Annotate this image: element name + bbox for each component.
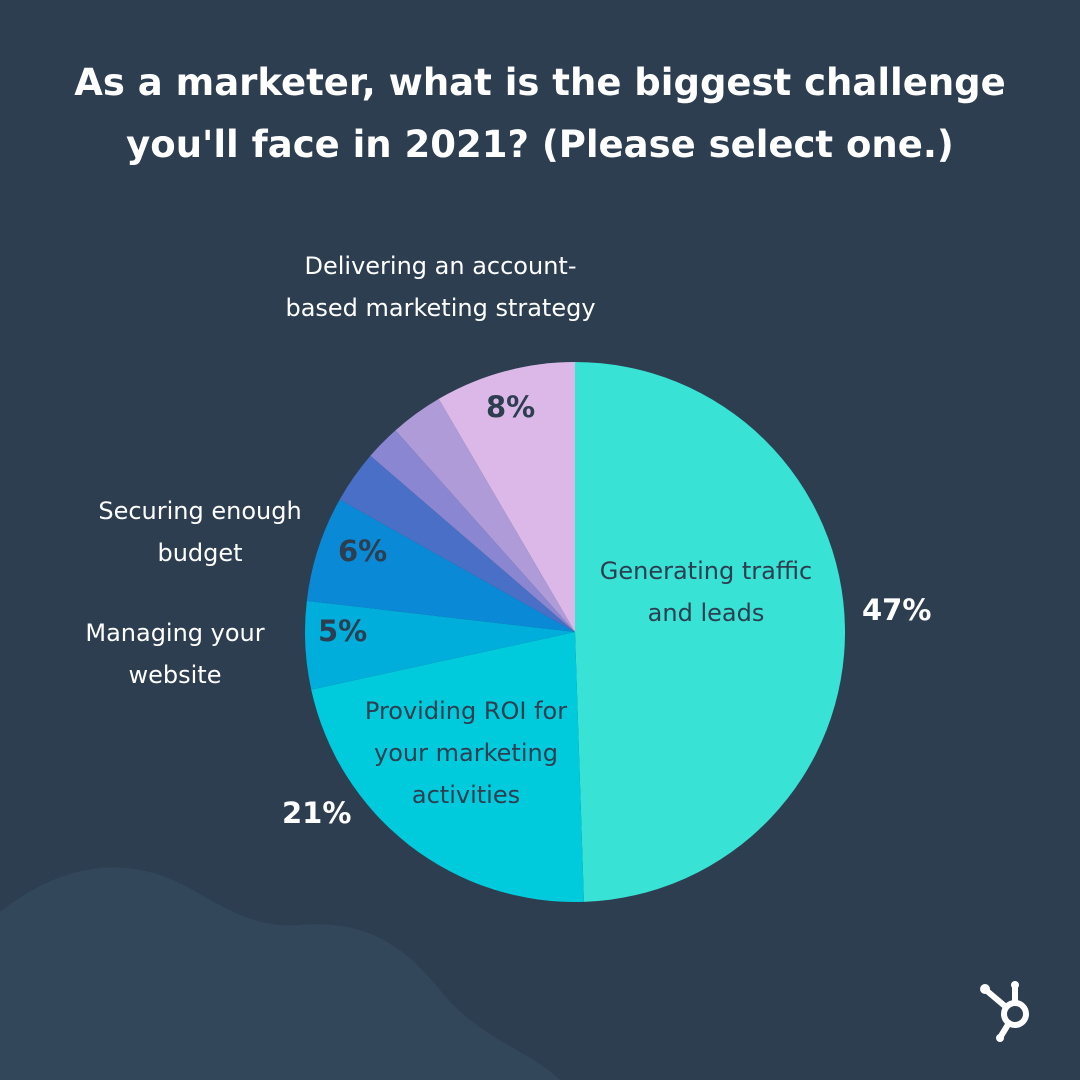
slice-value-traffic: 47% bbox=[862, 593, 932, 627]
slice-value-abm: 8% bbox=[486, 390, 536, 424]
slice-value-budget: 6% bbox=[338, 534, 388, 568]
slice-label-abm: Delivering an account-based marketing st… bbox=[285, 252, 596, 322]
slice-label-roi: Providing ROI for your marketing activit… bbox=[364, 697, 568, 809]
slice-value-website: 5% bbox=[318, 614, 368, 648]
slice-label-budget: Securing enough budget bbox=[98, 497, 302, 567]
chart-canvas: As a marketer, what is the biggest chall… bbox=[0, 0, 1080, 1080]
slice-label-website: Managing your website bbox=[85, 619, 265, 689]
slice-value-roi: 21% bbox=[282, 796, 352, 830]
slice-label-traffic: Generating traffic and leads bbox=[599, 557, 813, 627]
hubspot-sprocket-icon bbox=[980, 981, 1029, 1042]
